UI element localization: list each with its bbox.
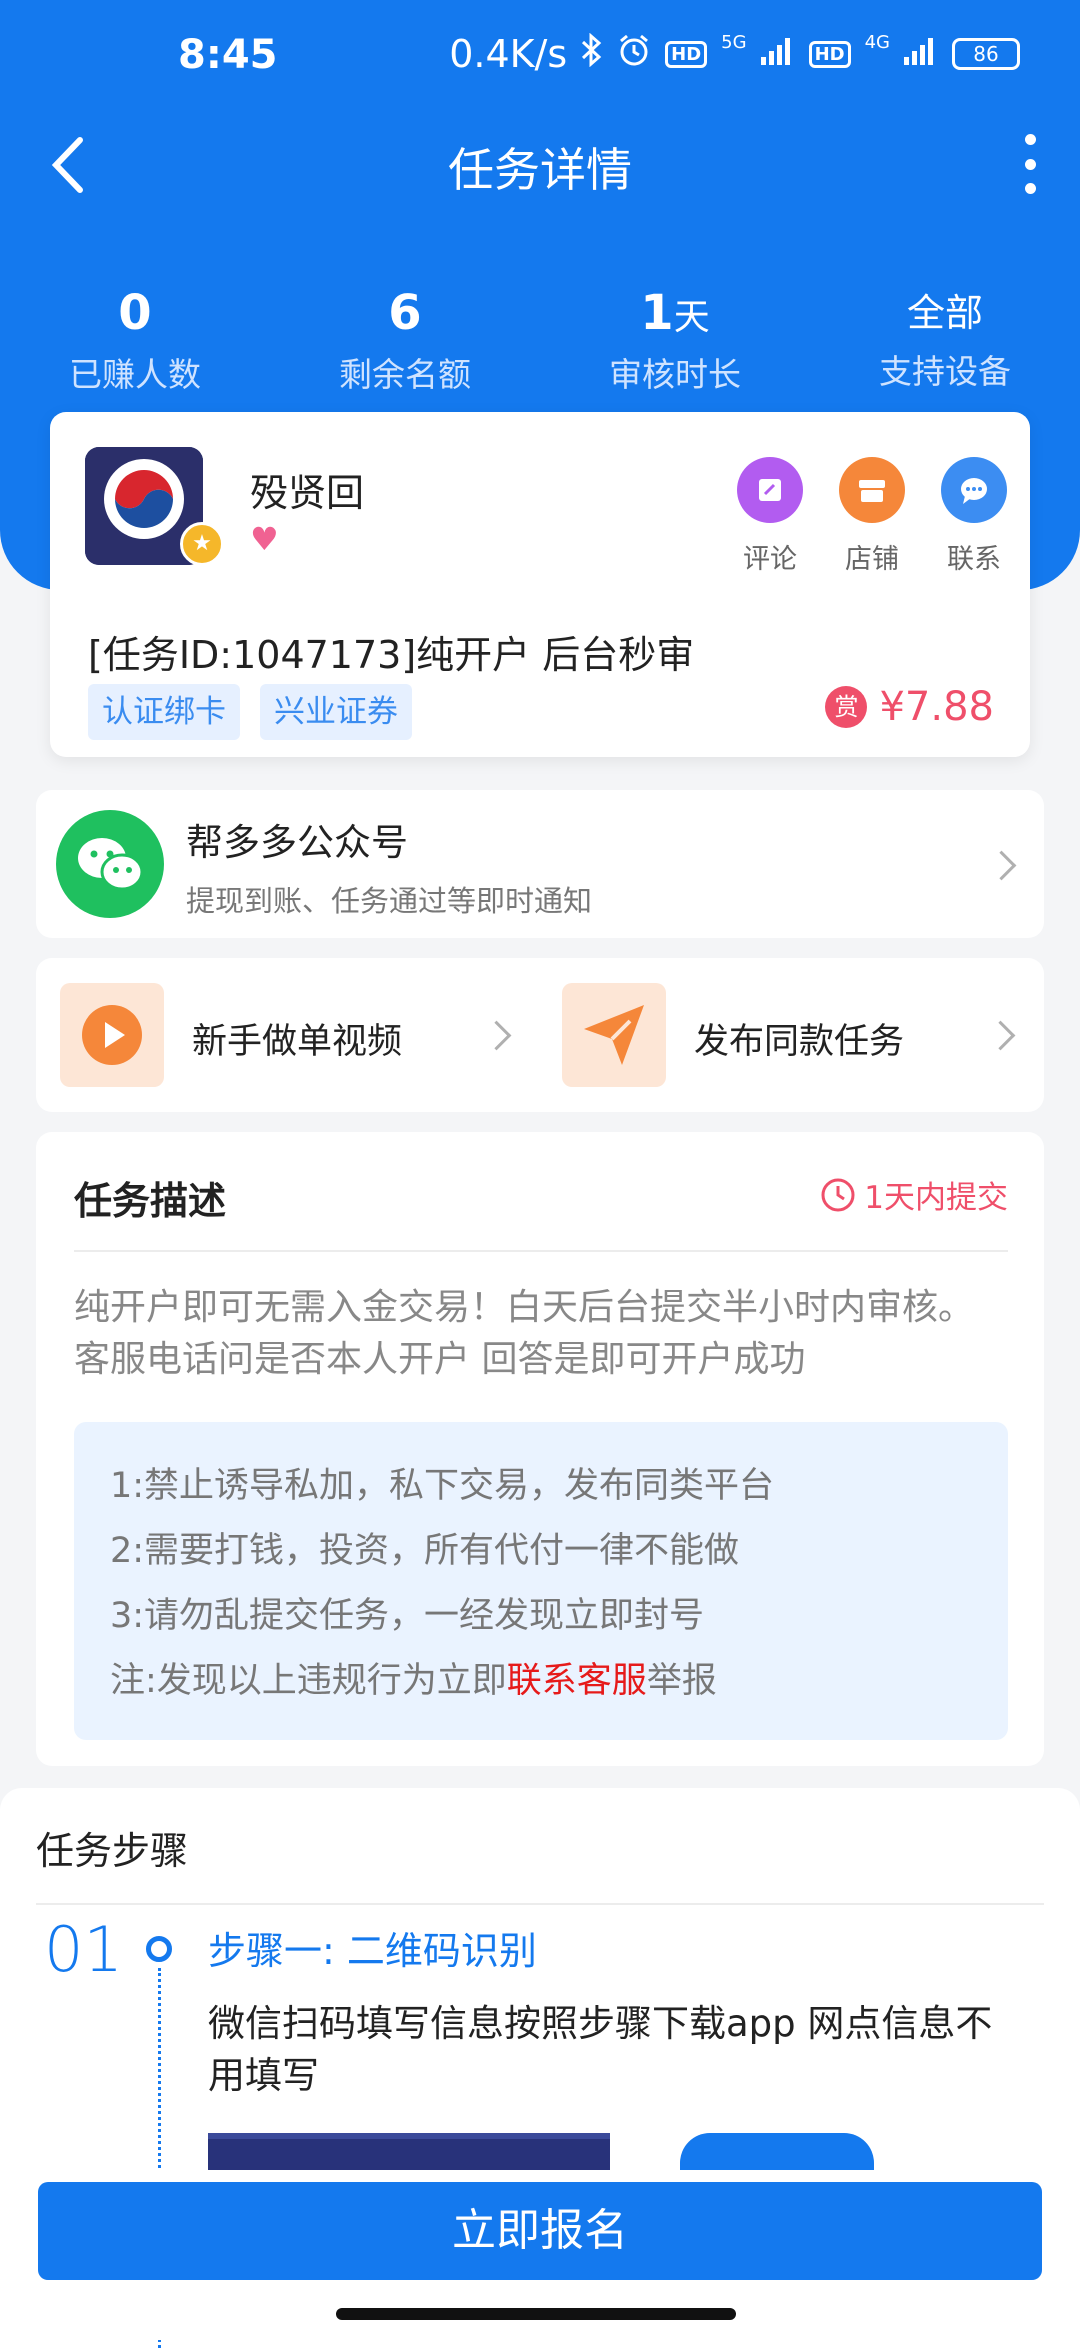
wechat-account-card[interactable]: 帮多多公众号 提现到账、任务通过等即时通知: [36, 790, 1044, 938]
stat-label: 已赚人数: [69, 355, 201, 394]
beginner-video-label: 新手做单视频: [192, 1022, 403, 1062]
signal-bars-icon-2: [904, 35, 938, 73]
rule-item: 3:请勿乱提交任务，一经发现立即封号: [110, 1596, 705, 1636]
comment-icon: [737, 457, 803, 523]
battery-icon: 86: [952, 38, 1020, 70]
rules-box: 1:禁止诱导私加，私下交易，发布同类平台 2:需要打钱，投资，所有代付一律不能做…: [74, 1422, 1008, 1740]
stat-review-time: 1天 审核时长: [540, 285, 810, 395]
more-dot-icon: [1024, 158, 1036, 170]
wechat-subtitle: 提现到账、任务通过等即时通知: [186, 884, 593, 918]
play-video-icon: [60, 983, 164, 1087]
stat-label: 审核时长: [609, 355, 741, 394]
hd-icon-2: HD: [808, 40, 851, 68]
more-dot-icon: [1024, 183, 1036, 194]
reward-amount: ¥7.88: [879, 684, 994, 730]
comment-button[interactable]: 评论: [725, 457, 815, 576]
page-title: 任务详情: [448, 143, 632, 197]
chat-icon: [941, 457, 1007, 523]
stat-value: 1天: [640, 285, 710, 341]
clock-icon: [821, 1178, 855, 1211]
store-button[interactable]: 店铺: [827, 457, 917, 576]
step-text: 微信扫码填写信息按照步骤下载app 网点信息不用填写: [208, 2002, 993, 2097]
description-body: 纯开户即可无需入金交易！白天后台提交半小时内审核。客服电话问是否本人开户 回答是…: [74, 1287, 975, 1380]
bottom-bar: 立即报名: [0, 2170, 1080, 2340]
reward-badge-icon: 赏: [825, 686, 868, 728]
paper-plane-icon: [562, 983, 666, 1087]
description-title: 任务描述: [74, 1179, 227, 1223]
comment-label: 评论: [743, 544, 797, 575]
task-card: ★ 殁贤回 ♥ 评论 店铺 联系 [任务ID:1047173]纯开户 后台秒审 …: [50, 412, 1030, 757]
contact-button[interactable]: 联系: [929, 457, 1019, 576]
store-icon: [839, 457, 905, 523]
hd-icon: HD: [665, 40, 708, 68]
publish-same-task-button[interactable]: 发布同款任务: [540, 958, 1044, 1112]
stat-value: 0: [118, 285, 152, 341]
verified-star-icon: ★: [180, 522, 224, 566]
divider: [36, 1903, 1044, 1905]
signal-4g: 4G: [864, 31, 890, 53]
reward: 赏 ¥7.88: [825, 684, 994, 730]
stat-remaining: 6 剩余名额: [270, 285, 540, 395]
divider: [74, 1250, 1008, 1252]
chevron-right-icon: [481, 1020, 512, 1051]
alarm-icon: [617, 33, 651, 75]
step-number: 01: [44, 1913, 123, 1986]
task-description-card: 任务描述 1天内提交 纯开户即可无需入金交易！白天后台提交半小时内审核。客服电话…: [36, 1132, 1044, 1766]
home-indicator: [336, 2308, 736, 2320]
steps-title: 任务步骤: [36, 1829, 189, 1873]
stat-devices: 全部 支持设备: [810, 285, 1080, 395]
stat-earned: 0 已赚人数: [0, 285, 270, 395]
status-indicators: 0.4K/s HD 5G HD 4G 86: [449, 32, 1020, 76]
deadline-text: 1天内提交: [864, 1180, 1008, 1216]
status-time: 8:45: [178, 32, 278, 78]
net-speed: 0.4K/s: [449, 32, 568, 76]
contact-label: 联系: [947, 544, 1001, 575]
status-bar: 8:45 0.4K/s HD 5G HD 4G 86: [0, 0, 1080, 120]
rule-item: 1:禁止诱导私加，私下交易，发布同类平台: [110, 1466, 775, 1506]
signal-5g: 5G: [721, 31, 747, 53]
task-stats: 0 已赚人数 6 剩余名额 1天 审核时长 全部 支持设备: [0, 285, 1080, 395]
heart-icon: ♥: [250, 520, 279, 558]
chevron-right-icon: [985, 1020, 1016, 1051]
chevron-right-icon: [986, 850, 1017, 881]
contact-support-link[interactable]: 联系客服: [507, 1661, 647, 1701]
step-dot-icon: [146, 1936, 172, 1962]
shortcuts-card: 新手做单视频 发布同款任务: [36, 958, 1044, 1112]
wechat-title: 帮多多公众号: [186, 821, 408, 864]
bluetooth-icon: [581, 32, 603, 75]
stat-label: 剩余名额: [339, 355, 471, 394]
wechat-icon: [56, 810, 164, 918]
nav-bar: 任务详情: [0, 110, 1080, 220]
poster-name: 殁贤回: [250, 471, 365, 515]
store-label: 店铺: [845, 544, 899, 575]
stat-value: 全部: [906, 291, 983, 335]
signal-bars-icon: [760, 35, 795, 73]
stat-value: 6: [388, 285, 422, 341]
more-dot-icon: [1024, 134, 1036, 145]
more-menu-button[interactable]: [1010, 134, 1050, 194]
rule-item: 2:需要打钱，投资，所有代付一律不能做: [110, 1531, 740, 1571]
publish-same-task-label: 发布同款任务: [694, 1022, 905, 1062]
step-name: 步骤一: 二维码识别: [208, 1929, 537, 1973]
signup-button[interactable]: 立即报名: [38, 2182, 1042, 2280]
beginner-video-button[interactable]: 新手做单视频: [36, 958, 540, 1112]
deadline: 1天内提交: [820, 1172, 1008, 1217]
rule-note: 注:发现以上违规行为立即联系客服举报: [110, 1661, 717, 1701]
tag-auth-bind-card: 认证绑卡: [88, 684, 240, 740]
tag-industrial-securities: 兴业证券: [260, 684, 412, 740]
stat-label: 支持设备: [879, 352, 1011, 391]
task-title: [任务ID:1047173]纯开户 后台秒审: [88, 633, 695, 677]
